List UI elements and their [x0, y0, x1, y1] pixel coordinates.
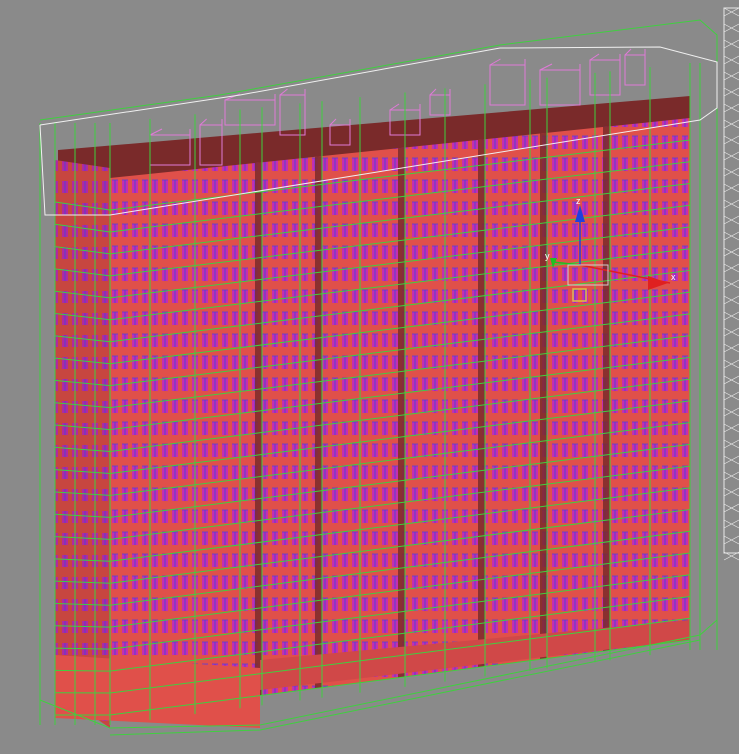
z-axis-label: z: [576, 196, 581, 206]
building-scene[interactable]: z x y: [0, 0, 739, 754]
adjacent-wireframe-object[interactable]: [723, 7, 739, 561]
y-axis-label: y: [545, 251, 550, 261]
building-mesh[interactable]: [39, 19, 718, 736]
x-axis-label: x: [671, 272, 676, 282]
perspective-viewport[interactable]: z x y: [0, 0, 739, 754]
